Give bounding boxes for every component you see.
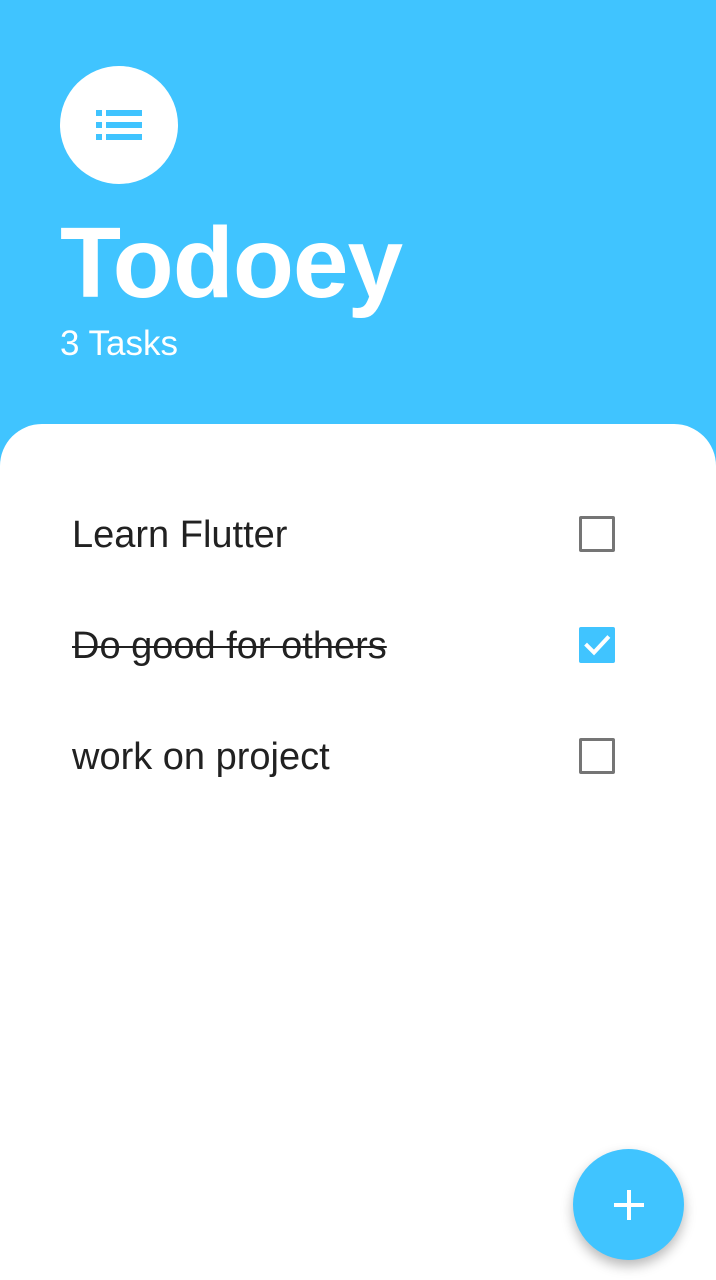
task-item[interactable]: work on project	[0, 702, 716, 813]
task-label: Learn Flutter	[72, 514, 288, 556]
task-checkbox[interactable]	[579, 738, 615, 774]
checkmark-icon	[584, 635, 611, 656]
task-label: Do good for others	[72, 625, 387, 667]
add-task-button[interactable]	[573, 1149, 684, 1260]
task-item[interactable]: Do good for others	[0, 591, 716, 702]
app-header: Todoey 3 Tasks	[0, 0, 716, 460]
list-icon-badge	[60, 66, 178, 184]
list-icon	[96, 110, 142, 140]
plus-icon	[613, 1189, 644, 1220]
task-list: Learn Flutter Do good for others work on…	[0, 480, 716, 813]
app-title: Todoey	[60, 207, 403, 319]
task-count: 3 Tasks	[60, 324, 179, 363]
task-label: work on project	[72, 736, 330, 778]
task-checkbox[interactable]	[579, 627, 615, 663]
task-item[interactable]: Learn Flutter	[0, 480, 716, 591]
task-checkbox[interactable]	[579, 516, 615, 552]
